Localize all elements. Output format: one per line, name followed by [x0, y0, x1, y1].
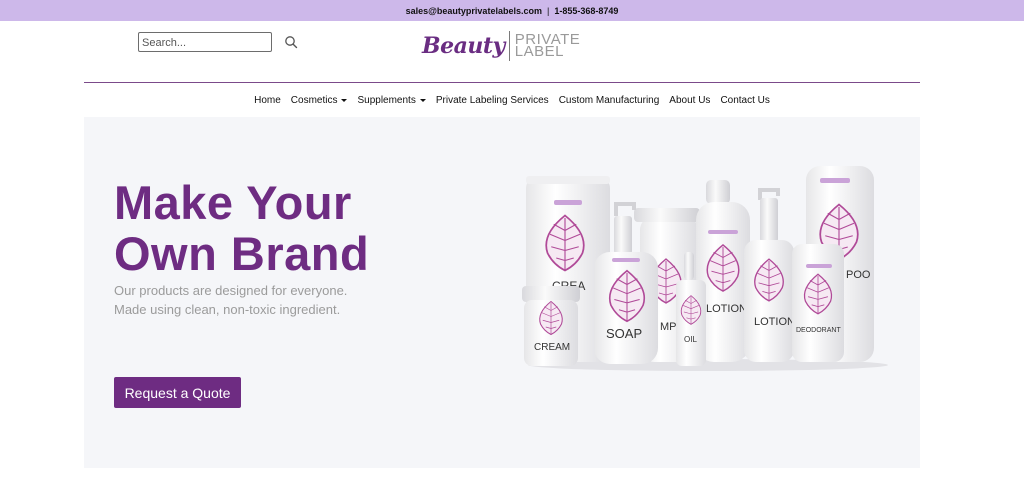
- search-input[interactable]: [139, 34, 271, 52]
- lotion-left-label: LOTION: [706, 303, 747, 315]
- search-box: [138, 32, 272, 52]
- brand-logo[interactable]: Beauty PRIVATE LABEL: [422, 29, 580, 63]
- request-quote-button[interactable]: Request a Quote: [114, 377, 241, 408]
- caret-down-icon: [341, 98, 348, 102]
- nav-label: Contact Us: [720, 94, 770, 106]
- contact-phone[interactable]: 1-855-368-8749: [554, 6, 618, 16]
- cream-jar-label: CREAM: [534, 342, 570, 353]
- nav-label: Home: [254, 94, 281, 106]
- deodorant-label: DEODORANT: [796, 327, 841, 334]
- caret-down-icon: [419, 98, 426, 102]
- nav-label: Supplements: [357, 94, 416, 106]
- hero-title: Make Your Own Brand: [114, 177, 369, 279]
- poo-label: POO: [846, 269, 871, 281]
- hero-subtitle: Our products are designed for everyone. …: [114, 283, 348, 317]
- nav-custom-manufacturing[interactable]: Custom Manufacturing: [559, 95, 660, 106]
- nav-home[interactable]: Home: [254, 95, 281, 106]
- header-divider: [84, 82, 920, 83]
- cream-jar-product: CREAM: [522, 286, 580, 366]
- contact-email[interactable]: sales@beautyprivatelabels.com: [406, 6, 542, 16]
- nav-label: Custom Manufacturing: [558, 94, 660, 106]
- contact-topbar: sales@beautyprivatelabels.com | 1-855-36…: [0, 0, 1024, 21]
- shampoo-label: MP: [660, 321, 677, 333]
- nav-label: Private Labeling Services: [435, 94, 549, 106]
- nav-private-labeling-services[interactable]: Private Labeling Services: [436, 95, 549, 106]
- logo-script: Beauty: [422, 33, 505, 59]
- soap-label: SOAP: [606, 326, 642, 341]
- deodorant-product: DEODORANT: [792, 244, 844, 362]
- nav-supplements[interactable]: Supplements: [357, 94, 426, 106]
- nav-cosmetics[interactable]: Cosmetics: [291, 95, 348, 106]
- contact-separator: |: [546, 5, 550, 16]
- lotion-right-product: LOTION: [744, 188, 795, 362]
- logo-wordmark: PRIVATE LABEL: [514, 32, 580, 60]
- nav-about-us[interactable]: About Us: [669, 95, 710, 106]
- search-icon[interactable]: [284, 35, 298, 49]
- product-lineup-image: CREA POO MP LOTION LOTION DEODORANT: [522, 166, 888, 371]
- hero-title-line-2: Own Brand: [114, 227, 370, 280]
- nav-contact-us[interactable]: Contact Us: [720, 95, 769, 106]
- logo-divider: [508, 31, 510, 61]
- hero-title-line-1: Make Your: [114, 176, 352, 229]
- lotion-right-label: LOTION: [754, 316, 795, 328]
- logo-line-2: LABEL: [514, 43, 564, 60]
- nav-label: About Us: [669, 94, 711, 106]
- oil-label: OIL: [684, 335, 697, 344]
- nav-label: Cosmetics: [290, 94, 338, 106]
- main-nav: Home Cosmetics Supplements Private Label…: [0, 93, 1024, 107]
